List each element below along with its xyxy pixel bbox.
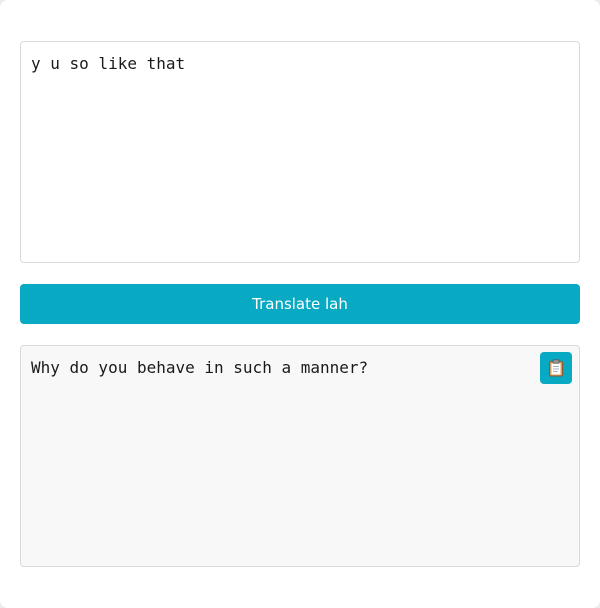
output-panel: Why do you behave in such a manner?	[20, 345, 580, 567]
output-text: Why do you behave in such a manner?	[31, 358, 369, 377]
input-textarea[interactable]: y u so like that	[20, 41, 580, 263]
copy-button[interactable]	[540, 352, 572, 384]
translator-card: y u so like that Translate lah Why do yo…	[0, 0, 600, 608]
clipboard-icon	[549, 359, 563, 377]
translate-button[interactable]: Translate lah	[20, 284, 580, 324]
